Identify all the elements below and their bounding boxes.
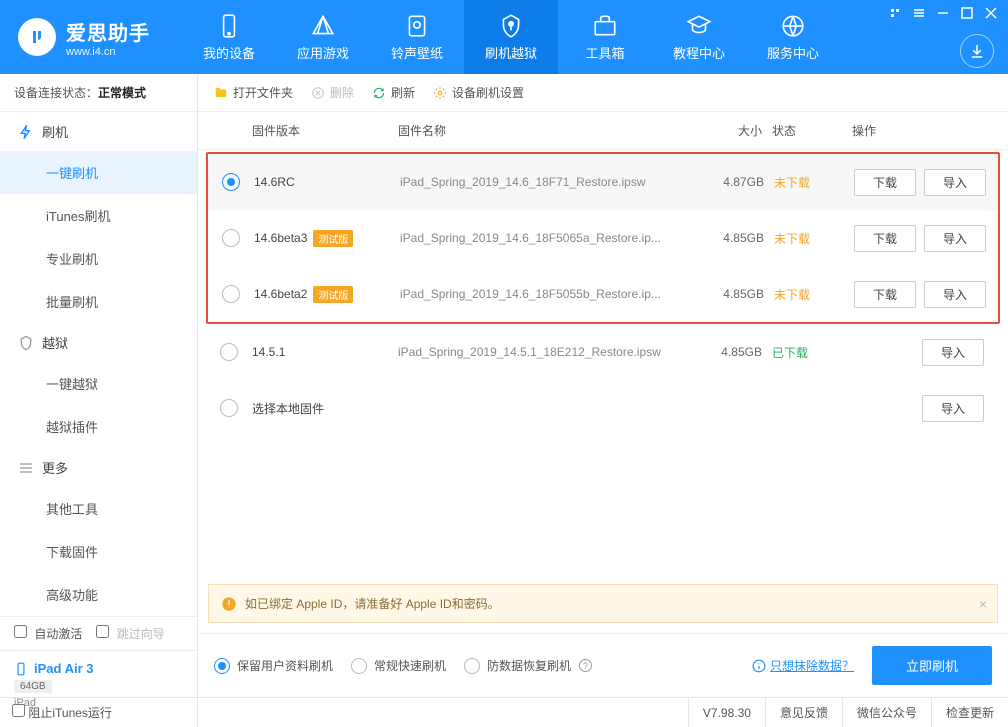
- flash-now-button[interactable]: 立即刷机: [872, 646, 992, 685]
- firmware-row[interactable]: 14.5.1 iPad_Spring_2019_14.5.1_18E212_Re…: [206, 324, 1000, 380]
- firmware-row[interactable]: 14.6beta3测试版 iPad_Spring_2019_14.6_18F50…: [208, 210, 998, 266]
- warning-icon: [221, 596, 237, 612]
- download-button[interactable]: 下载: [854, 169, 916, 196]
- skip-guide-checkbox[interactable]: 跳过向导: [96, 625, 164, 642]
- highlighted-group: 14.6RC iPad_Spring_2019_14.6_18F71_Resto…: [206, 152, 1000, 324]
- toolbar: 打开文件夹 删除 刷新 设备刷机设置: [198, 74, 1008, 112]
- flash-options-bar: 保留用户资料刷机 常规快速刷机 防数据恢复刷机? 只想抹除数据？ 立即刷机: [198, 633, 1008, 697]
- wechat-link[interactable]: 微信公众号: [842, 698, 931, 727]
- nav-toolbox[interactable]: 工具箱: [558, 0, 652, 74]
- flash-opt-keep-data[interactable]: 保留用户资料刷机: [214, 657, 333, 674]
- delete-button[interactable]: 删除: [311, 84, 354, 101]
- firmware-radio[interactable]: [222, 285, 240, 303]
- firmware-row[interactable]: 14.6RC iPad_Spring_2019_14.6_18F71_Resto…: [208, 154, 998, 210]
- help-icon[interactable]: ?: [579, 659, 592, 672]
- nav-flash-jailbreak[interactable]: 刷机越狱: [464, 0, 558, 74]
- minimize-icon[interactable]: [936, 6, 950, 20]
- feedback-link[interactable]: 意见反馈: [765, 698, 842, 727]
- import-button[interactable]: 导入: [924, 169, 986, 196]
- nav-my-device[interactable]: 我的设备: [182, 0, 276, 74]
- download-indicator[interactable]: [960, 34, 994, 68]
- app-title: 爱思助手: [66, 17, 150, 46]
- nav-ringtones[interactable]: 铃声壁纸: [370, 0, 464, 74]
- download-button[interactable]: 下载: [854, 225, 916, 252]
- download-button[interactable]: 下载: [854, 281, 916, 308]
- footer: 阻止iTunes运行 V7.98.30 意见反馈 微信公众号 检查更新: [0, 697, 1008, 727]
- main-area: 设备连接状态：正常模式 刷机 一键刷机 iTunes刷机 专业刷机 批量刷机 越…: [0, 74, 1008, 697]
- appleid-banner: 如已绑定 Apple ID，请准备好 Apple ID和密码。 ×: [208, 584, 998, 623]
- sidebar-item-itunes-flash[interactable]: iTunes刷机: [0, 194, 197, 237]
- version-label[interactable]: V7.98.30: [688, 698, 765, 727]
- sidebar-group-flash[interactable]: 刷机: [0, 112, 197, 151]
- menu-icon[interactable]: [912, 6, 926, 20]
- firmware-radio[interactable]: [222, 229, 240, 247]
- flash-opt-antirecover[interactable]: 防数据恢复刷机?: [464, 657, 592, 674]
- col-action: 操作: [852, 122, 1008, 139]
- firmware-radio[interactable]: [220, 399, 238, 417]
- sidebar-item-batch-flash[interactable]: 批量刷机: [0, 280, 197, 323]
- beta-badge: 测试版: [313, 230, 353, 247]
- info-icon: [752, 659, 766, 673]
- flash-opt-normal[interactable]: 常规快速刷机: [351, 657, 446, 674]
- connection-status: 设备连接状态：正常模式: [0, 74, 197, 112]
- firmware-row[interactable]: 14.6beta2测试版 iPad_Spring_2019_14.6_18F50…: [208, 266, 998, 322]
- sidebar: 设备连接状态：正常模式 刷机 一键刷机 iTunes刷机 专业刷机 批量刷机 越…: [0, 74, 198, 697]
- maximize-icon[interactable]: [960, 6, 974, 20]
- flash-settings-button[interactable]: 设备刷机设置: [433, 84, 524, 101]
- nav-service[interactable]: 服务中心: [746, 0, 840, 74]
- sidebar-item-oneclick-flash[interactable]: 一键刷机: [0, 151, 197, 194]
- auto-activate-checkbox[interactable]: 自动激活: [14, 625, 82, 642]
- open-folder-button[interactable]: 打开文件夹: [214, 84, 293, 101]
- window-controls: [888, 6, 998, 20]
- block-itunes-checkbox[interactable]: 阻止iTunes运行: [12, 704, 112, 721]
- skin-icon[interactable]: [888, 6, 902, 20]
- table-header: 固件版本 固件名称 大小 状态 操作: [198, 112, 1008, 150]
- header-right: [878, 0, 1008, 74]
- sidebar-item-other-tools[interactable]: 其他工具: [0, 487, 197, 530]
- import-button[interactable]: 导入: [922, 339, 984, 366]
- import-button[interactable]: 导入: [924, 281, 986, 308]
- close-icon[interactable]: [984, 6, 998, 20]
- device-name: iPad Air 3: [34, 661, 93, 676]
- check-update-link[interactable]: 检查更新: [931, 698, 1008, 727]
- app-header: 爱思助手 www.i4.cn 我的设备 应用游戏 铃声壁纸 刷机越狱 工具箱 教…: [0, 0, 1008, 74]
- sidebar-item-pro-flash[interactable]: 专业刷机: [0, 237, 197, 280]
- logo-area: 爱思助手 www.i4.cn: [0, 0, 162, 74]
- nav-apps[interactable]: 应用游戏: [276, 0, 370, 74]
- sidebar-item-oneclick-jb[interactable]: 一键越狱: [0, 362, 197, 405]
- banner-close-icon[interactable]: ×: [979, 596, 987, 612]
- local-firmware-row[interactable]: 选择本地固件 导入: [206, 380, 1000, 436]
- beta-badge: 测试版: [313, 286, 353, 303]
- erase-data-link[interactable]: 只想抹除数据？: [752, 657, 854, 674]
- import-button[interactable]: 导入: [922, 395, 984, 422]
- sidebar-item-advanced[interactable]: 高级功能: [0, 573, 197, 616]
- col-status: 状态: [772, 122, 852, 139]
- app-subtitle: www.i4.cn: [66, 46, 150, 58]
- content: 打开文件夹 删除 刷新 设备刷机设置 固件版本 固件名称 大小 状态 操作 14…: [198, 74, 1008, 697]
- refresh-button[interactable]: 刷新: [372, 84, 415, 101]
- sidebar-group-more[interactable]: 更多: [0, 448, 197, 487]
- device-icon: [14, 662, 28, 676]
- col-version: 固件版本: [252, 122, 398, 139]
- sidebar-group-jailbreak[interactable]: 越狱: [0, 323, 197, 362]
- import-button[interactable]: 导入: [924, 225, 986, 252]
- firmware-radio[interactable]: [222, 173, 240, 191]
- sidebar-item-jb-plugins[interactable]: 越狱插件: [0, 405, 197, 448]
- col-name: 固件名称: [398, 122, 708, 139]
- logo-icon: [18, 18, 56, 56]
- firmware-list: 14.6RC iPad_Spring_2019_14.6_18F71_Resto…: [198, 150, 1008, 438]
- firmware-radio[interactable]: [220, 343, 238, 361]
- col-size: 大小: [708, 122, 772, 139]
- nav-tutorials[interactable]: 教程中心: [652, 0, 746, 74]
- sidebar-item-download-fw[interactable]: 下载固件: [0, 530, 197, 573]
- main-nav: 我的设备 应用游戏 铃声壁纸 刷机越狱 工具箱 教程中心 服务中心: [182, 0, 878, 74]
- device-storage: 64GB: [14, 680, 52, 693]
